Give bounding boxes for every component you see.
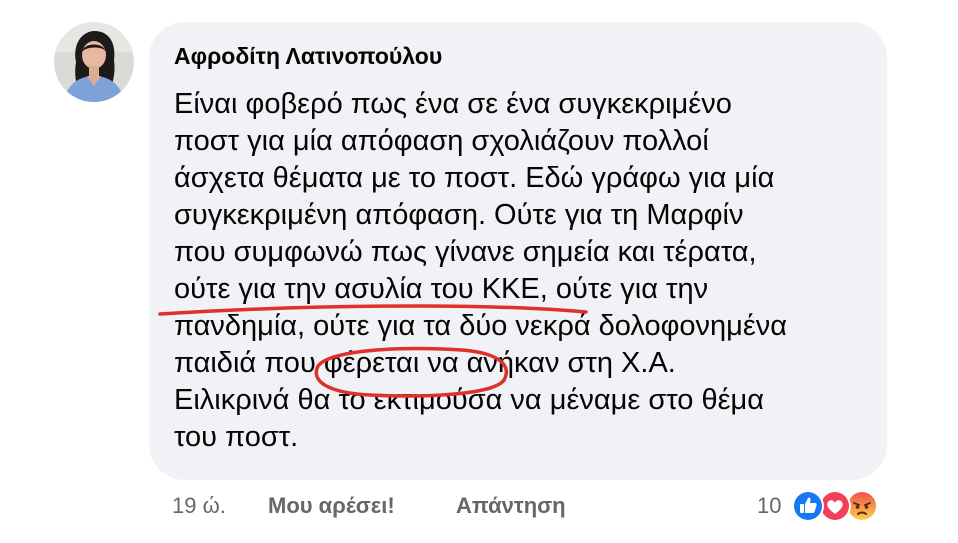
reaction-summary[interactable]	[791, 489, 901, 523]
like-button[interactable]: Μου αρέσει!	[268, 491, 395, 521]
comment-text-line: που συμφωνώ πως γίνανε σημεία και τέρατα…	[174, 236, 757, 268]
comment-text-line: συγκεκριμένη απόφαση. Ούτε για τη Μαρφίν	[174, 199, 744, 231]
comment-text-line: άσχετα θέματα με το ποστ. Εδώ γράφω για …	[174, 162, 775, 194]
comment-text-line: ποστ για μία απόφαση σχολιάζουν πολλοί	[174, 125, 709, 157]
comment-text-line: ούτε για την ασυλία του ΚΚΕ, ούτε για τη…	[174, 273, 709, 305]
comment-text-line: παιδιά που φέρεται να ανήκαν στη Χ.Α.	[174, 347, 676, 379]
comment-timestamp[interactable]: 19 ώ.	[172, 491, 226, 521]
comment-text-line: Ειλικρινά θα το εκτιμούσα να μέναμε στο …	[174, 384, 764, 416]
avatar[interactable]	[54, 22, 134, 102]
comment-text-line: πανδημία, ούτε για τα δύο νεκρά δολοφονη…	[174, 310, 788, 342]
like-icon	[791, 489, 825, 523]
reply-button[interactable]: Απάντηση	[456, 491, 566, 521]
comment-text-line: του ποστ.	[174, 421, 299, 453]
reaction-count[interactable]: 10	[757, 491, 781, 521]
comment-text-line: Είναι φοβερό πως ένα σε ένα συγκεκριμένο	[174, 88, 732, 120]
comment-bubble: Αφροδίτη Λατινοπούλου Είναι φοβερό πως έ…	[149, 22, 887, 480]
comment-author[interactable]: Αφροδίτη Λατινοπούλου	[174, 43, 442, 70]
